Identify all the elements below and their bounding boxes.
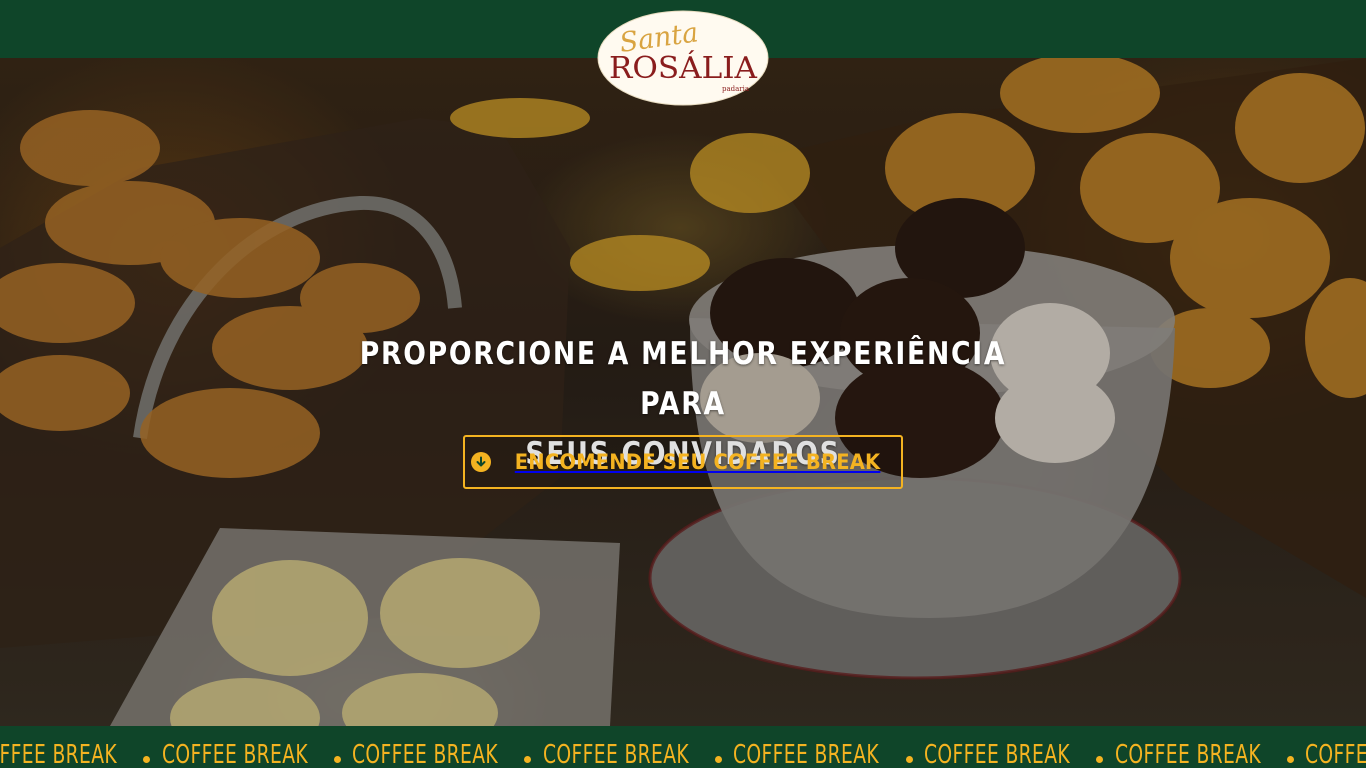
headline-part1: Proporcione a	[359, 335, 642, 372]
coffee-break-marquee: COFFEE BREAK COFFEE BREAK COFFEE BREAK C…	[0, 726, 1366, 768]
marquee-separator-dot	[906, 756, 913, 763]
arrow-down-circle-icon	[471, 452, 492, 472]
marquee-separator-dot	[715, 756, 722, 763]
marquee-separator-dot	[334, 756, 341, 763]
logo-main-text: ROSÁLIA	[609, 50, 757, 86]
marquee-text: COFFEE BREAK	[1305, 740, 1366, 768]
marquee-text: COFFEE BREAK	[733, 740, 880, 768]
marquee-separator-dot	[1287, 756, 1294, 763]
logo-emblem: Santa ROSÁLIA padaria	[597, 10, 769, 106]
order-coffee-break-button[interactable]: ENCOMENDE SEU COFFEE BREAK	[463, 435, 903, 489]
hero-section: Proporcione a melhor experiência para se…	[0, 58, 1366, 726]
marquee-text: COFFEE BREAK	[352, 740, 499, 768]
marquee-item: COFFEE BREAK	[352, 738, 543, 768]
marquee-separator-dot	[1096, 756, 1103, 763]
marquee-track: COFFEE BREAK COFFEE BREAK COFFEE BREAK C…	[0, 738, 1366, 768]
headline-bold: melhor experiência	[641, 335, 1007, 372]
marquee-item: COFFEE BREAK	[543, 738, 734, 768]
marquee-text: COFFEE BREAK	[542, 740, 689, 768]
marquee-separator-dot	[143, 756, 150, 763]
logo-tagline: padaria	[722, 85, 749, 93]
marquee-item: COFFEE BREAK	[0, 738, 162, 768]
marquee-text: COFFEE BREAK	[0, 740, 118, 768]
marquee-item: COFFEE BREAK	[733, 738, 924, 768]
marquee-item: COFFEE BREAK	[1305, 738, 1366, 768]
marquee-text: COFFEE BREAK	[161, 740, 308, 768]
marquee-item: COFFEE BREAK	[1115, 738, 1306, 768]
brand-logo[interactable]: Santa ROSÁLIA padaria	[597, 10, 769, 106]
headline-part2: para	[640, 385, 726, 422]
marquee-text: COFFEE BREAK	[923, 740, 1071, 768]
cta-label: ENCOMENDE SEU COFFEE BREAK	[515, 450, 881, 474]
marquee-item: COFFEE BREAK	[162, 738, 353, 768]
marquee-text: COFFEE BREAK	[1114, 740, 1261, 768]
marquee-item: COFFEE BREAK	[924, 738, 1115, 768]
marquee-separator-dot	[524, 756, 531, 763]
